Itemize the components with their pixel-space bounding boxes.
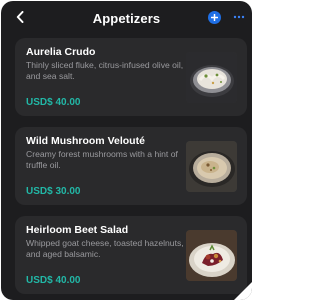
item-price: USD$ 40.00 — [26, 97, 81, 108]
item-name: Heirloom Beet Salad — [26, 224, 129, 236]
add-item-button[interactable] — [208, 11, 221, 24]
menu-screen: Appetizers Aurelia Crudo Thinly sliced f… — [1, 1, 252, 300]
item-name: Wild Mushroom Velouté — [26, 135, 145, 147]
back-button[interactable] — [13, 9, 27, 25]
soup-bowl-image — [186, 141, 237, 192]
screen-corner — [233, 281, 252, 300]
item-name: Aurelia Crudo — [26, 46, 96, 58]
menu-item-card[interactable]: Aurelia Crudo Thinly sliced fluke, citru… — [15, 38, 247, 116]
header: Appetizers — [1, 1, 252, 35]
crudo-dish-image — [186, 52, 237, 103]
menu-item-card[interactable]: Wild Mushroom Velouté Creamy forest mush… — [15, 127, 247, 205]
plus-icon — [211, 14, 218, 21]
chevron-left-icon — [16, 11, 24, 23]
item-price: USD$ 30.00 — [26, 186, 81, 197]
beet-salad-image — [186, 230, 237, 281]
item-description: Whipped goat cheese, toasted hazelnuts, … — [26, 238, 184, 259]
item-description: Thinly sliced fluke, citrus-infused oliv… — [26, 60, 184, 81]
item-price: USD$ 40.00 — [26, 275, 81, 286]
menu-item-card[interactable]: Heirloom Beet Salad Whipped goat cheese,… — [15, 216, 247, 294]
page-title: Appetizers — [92, 10, 161, 26]
item-description: Creamy forest mushrooms with a hint of t… — [26, 149, 178, 170]
more-options-button[interactable] — [232, 10, 246, 24]
menu-list: Aurelia Crudo Thinly sliced fluke, citru… — [15, 38, 247, 300]
more-horizontal-icon — [233, 15, 245, 19]
